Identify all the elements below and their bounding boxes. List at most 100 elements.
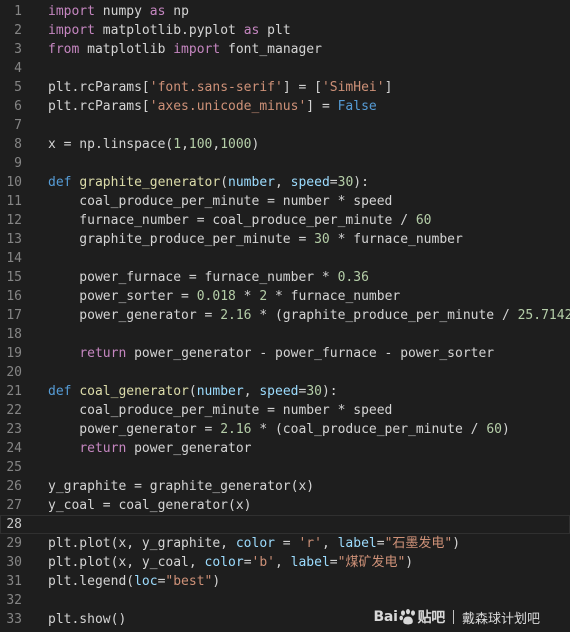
code-line[interactable]: 19 return power_generator - power_furnac… — [0, 344, 570, 363]
line-number: 2 — [14, 23, 22, 38]
watermark-divider — [452, 610, 454, 624]
code-token: 60 — [415, 213, 432, 228]
code-line[interactable]: 23 power_generator = 2.16 * (coal_produc… — [0, 420, 570, 439]
code-line[interactable]: 1 import numpy as np — [0, 2, 570, 21]
code-token: plt.legend( — [48, 574, 135, 589]
line-code[interactable]: furnace_number = coal_produce_per_minute… — [48, 211, 432, 230]
line-code[interactable]: plt.legend(loc="best") — [48, 572, 220, 591]
line-code[interactable]: power_generator = 2.16 * (graphite_produ… — [48, 306, 570, 325]
code-line[interactable]: 30 plt.plot(x, y_coal, color='b', label="… — [0, 553, 570, 572]
code-token: ) — [405, 555, 414, 570]
line-code[interactable]: x = np.linspace(1,100,1000) — [48, 135, 259, 154]
code-line[interactable]: 4 — [0, 59, 570, 78]
code-line[interactable]: 18 — [0, 325, 570, 344]
code-token: 60 — [486, 422, 502, 437]
line-number: 8 — [14, 137, 22, 152]
code-token: 2.16 — [220, 308, 252, 323]
line-number: 29 — [6, 536, 22, 551]
line-code[interactable]: def graphite_generator(number, speed=30)… — [48, 173, 369, 192]
line-code[interactable]: power_sorter = 0.018 * 2 * furnace_numbe… — [48, 287, 400, 306]
line-number: 24 — [6, 441, 22, 456]
code-token: matplotlib — [79, 42, 174, 57]
code-editor[interactable]: 1 import numpy as np 2 import matplotlib.py… — [0, 0, 570, 632]
code-token: plt — [259, 23, 291, 38]
line-code[interactable]: return power_generator - power_furnace -… — [48, 344, 494, 363]
code-line[interactable]: 29 plt.plot(x, y_graphite, color = 'r', l… — [0, 534, 570, 553]
code-token: color — [235, 536, 275, 551]
code-token: ] = [ — [282, 80, 322, 95]
code-line[interactable]: 9 — [0, 154, 570, 173]
line-code[interactable]: plt.plot(x, y_coal, color='b', label="煤矿… — [48, 553, 413, 572]
line-code[interactable]: def coal_generator(number, speed=30): — [48, 382, 338, 401]
code-line[interactable]: 11 coal_produce_per_minute = number * sp… — [0, 192, 570, 211]
line-number: 1 — [14, 4, 22, 19]
code-line[interactable]: 5 plt.rcParams['font.sans-serif'] = ['Sim… — [0, 78, 570, 97]
line-code[interactable]: from matplotlib import font_manager — [48, 40, 322, 59]
code-token: import — [48, 4, 95, 19]
code-token: np — [165, 4, 189, 19]
line-code[interactable]: power_generator = 2.16 * (coal_produce_p… — [48, 420, 510, 439]
code-token: 100 — [188, 137, 213, 152]
code-token: power_generator - power_furnace - power_… — [126, 346, 495, 361]
code-token: plt.rcParams[ — [48, 99, 150, 114]
line-number: 22 — [6, 403, 22, 418]
line-code[interactable]: return power_generator — [48, 439, 251, 458]
code-line[interactable]: 2 import matplotlib.pyplot as plt — [0, 21, 570, 40]
code-line[interactable]: 10 def graphite_generator(number, speed=3… — [0, 173, 570, 192]
code-line[interactable]: 12 furnace_number = coal_produce_per_min… — [0, 211, 570, 230]
code-line[interactable]: 16 power_sorter = 0.018 * 2 * furnace_nu… — [0, 287, 570, 306]
code-token: numpy — [94, 4, 150, 19]
code-token: plt.rcParams[ — [48, 80, 150, 95]
code-token: 1000 — [220, 137, 252, 152]
paw-icon — [398, 608, 415, 624]
code-token: import — [48, 23, 95, 38]
code-token: = — [329, 555, 338, 570]
code-area[interactable]: 1 import numpy as np 2 import matplotlib.py… — [0, 2, 570, 629]
code-token: 'r' — [298, 536, 322, 551]
code-line[interactable]: 3 from matplotlib import font_manager — [0, 40, 570, 59]
line-number: 30 — [6, 555, 22, 570]
code-line[interactable]: 31 plt.legend(loc="best") — [0, 572, 570, 591]
line-code[interactable]: plt.rcParams['font.sans-serif'] = ['SimH… — [48, 78, 392, 97]
code-token: coal_generator — [79, 384, 189, 399]
code-token: plt.plot(x, y_graphite, — [48, 536, 236, 551]
code-token: ( — [188, 384, 197, 399]
code-token: ) — [251, 137, 260, 152]
code-line[interactable]: 8 x = np.linspace(1,100,1000) — [0, 135, 570, 154]
line-code[interactable]: power_furnace = furnace_number * 0.36 — [48, 268, 369, 287]
code-token: label — [290, 555, 330, 570]
code-token: def — [48, 175, 72, 190]
code-token: 'axes.unicode_minus' — [149, 99, 307, 114]
code-line[interactable]: 22 coal_produce_per_minute = number * sp… — [0, 401, 570, 420]
code-line[interactable]: 14 — [0, 249, 570, 268]
line-number: 33 — [6, 612, 22, 627]
line-number: 21 — [6, 384, 22, 399]
line-code[interactable]: plt.plot(x, y_graphite, color = 'r', lab… — [48, 534, 460, 553]
code-line[interactable]: 26 y_graphite = graphite_generator(x) — [0, 477, 570, 496]
line-code[interactable]: graphite_produce_per_minute = 30 * furna… — [48, 230, 463, 249]
code-token: 'font.sans-serif' — [149, 80, 283, 95]
code-line[interactable]: 13 graphite_produce_per_minute = 30 * fu… — [0, 230, 570, 249]
line-code[interactable]: y_graphite = graphite_generator(x) — [48, 477, 314, 496]
line-code[interactable]: y_coal = coal_generator(x) — [48, 496, 252, 515]
code-line[interactable]: 21 def coal_generator(number, speed=30): — [0, 382, 570, 401]
code-token: x = np.linspace( — [48, 137, 174, 152]
code-token: "煤矿发电" — [337, 555, 406, 570]
code-line[interactable]: 28 — [0, 515, 570, 534]
code-line[interactable]: 20 — [0, 363, 570, 382]
line-code[interactable]: plt.rcParams['axes.unicode_minus'] = Fal… — [48, 97, 377, 116]
line-code[interactable]: coal_produce_per_minute = number * speed — [48, 192, 392, 211]
baidu-tieba-watermark: Bai 贴吧 戴森球计划吧 — [374, 607, 540, 627]
code-line[interactable]: 6 plt.rcParams['axes.unicode_minus'] = Fa… — [0, 97, 570, 116]
line-code[interactable]: import matplotlib.pyplot as plt — [48, 21, 291, 40]
code-line[interactable]: 15 power_furnace = furnace_number * 0.36 — [0, 268, 570, 287]
code-line[interactable]: 25 — [0, 458, 570, 477]
code-line[interactable]: 24 return power_generator — [0, 439, 570, 458]
code-token: power_generator = — [48, 422, 221, 437]
line-code[interactable]: plt.show() — [48, 610, 126, 629]
code-line[interactable]: 27 y_coal = coal_generator(x) — [0, 496, 570, 515]
line-code[interactable]: coal_produce_per_minute = number * speed — [48, 401, 392, 420]
code-line[interactable]: 7 — [0, 116, 570, 135]
code-line[interactable]: 17 power_generator = 2.16 * (graphite_pr… — [0, 306, 570, 325]
line-code[interactable]: import numpy as np — [48, 2, 189, 21]
